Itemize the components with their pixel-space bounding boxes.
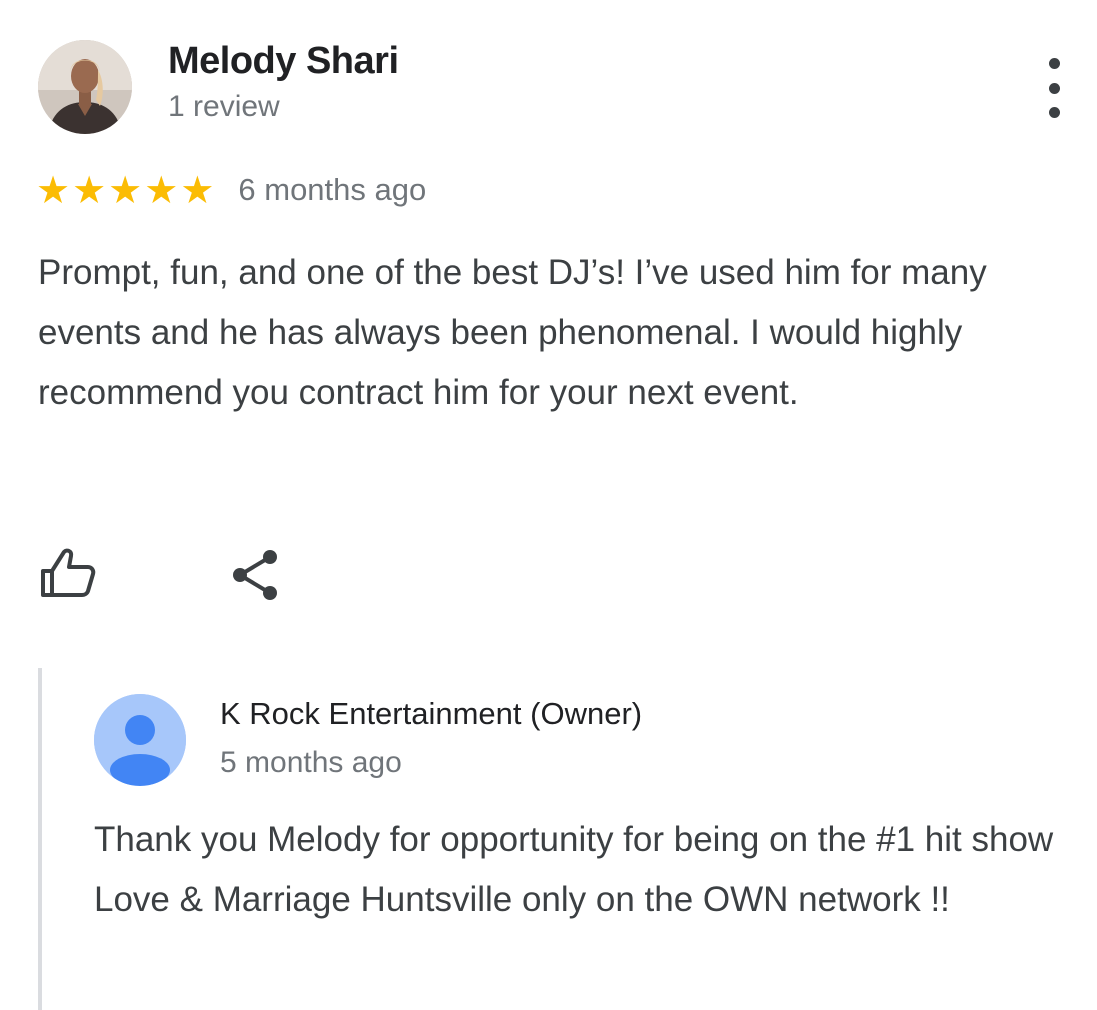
more-options-button[interactable]	[1036, 58, 1072, 118]
rating-row: ★ ★ ★ ★ ★ 6 months ago	[36, 168, 426, 212]
star-icon: ★	[180, 168, 215, 212]
owner-name: K Rock Entertainment (Owner)	[220, 696, 643, 731]
owner-reply: K Rock Entertainment (Owner) 5 months ag…	[38, 668, 1092, 1010]
star-icon: ★	[108, 168, 143, 212]
default-person-icon	[94, 694, 186, 786]
share-icon	[233, 550, 277, 600]
more-vertical-icon-dot	[1048, 58, 1060, 69]
author-avatar[interactable]	[38, 40, 132, 134]
star-rating: ★ ★ ★ ★ ★	[36, 168, 214, 212]
more-vertical-icon-dot	[1048, 107, 1060, 118]
author-name[interactable]: Melody Shari	[168, 40, 399, 83]
share-button[interactable]	[230, 548, 280, 602]
owner-reply-date: 5 months ago	[220, 746, 402, 779]
author-avatar-image	[38, 40, 132, 134]
owner-avatar[interactable]	[94, 694, 186, 786]
like-button[interactable]	[38, 545, 98, 601]
owner-reply-text: Thank you Melody for opportunity for bei…	[94, 820, 1054, 919]
author-review-count[interactable]: 1 review	[168, 90, 280, 124]
star-icon: ★	[36, 168, 71, 212]
review-text: Prompt, fun, and one of the best DJ’s! I…	[38, 253, 987, 412]
more-vertical-icon-dot	[1048, 82, 1060, 94]
star-icon: ★	[144, 168, 179, 212]
star-icon: ★	[72, 168, 107, 212]
review-date: 6 months ago	[238, 172, 427, 207]
thumbs-up-icon	[41, 548, 96, 597]
